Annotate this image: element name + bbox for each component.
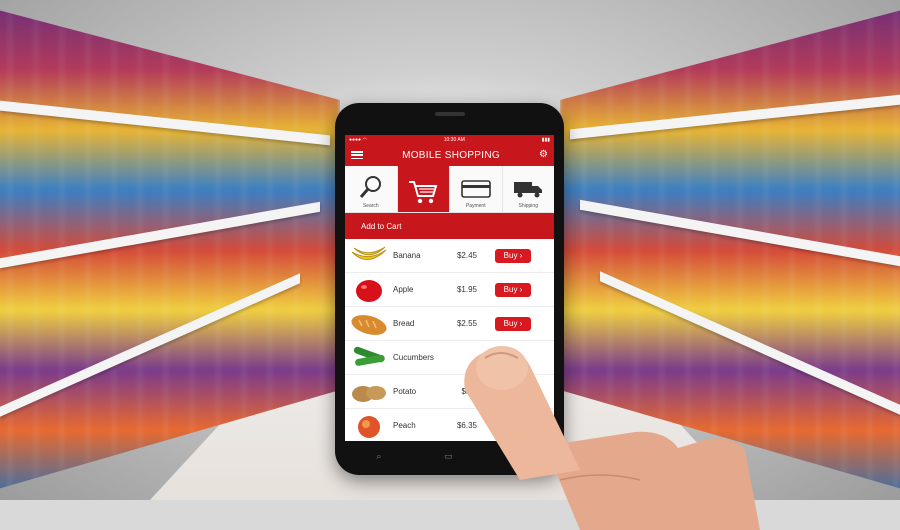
battery-indicator: ▮▮▮ [541, 136, 550, 143]
app-header: MOBILE SHOPPING ⚙ [345, 144, 554, 166]
product-name: Cucumbers [393, 353, 434, 362]
product-name: Peach [393, 421, 416, 430]
add-to-cart-header: Add to Cart [345, 213, 554, 239]
buy-button[interactable]: Buy › [495, 248, 531, 263]
status-time: 10:30 AM [443, 136, 465, 143]
product-price: $1.95 [456, 285, 478, 294]
cart-icon [409, 181, 438, 204]
product-name: Potato [393, 387, 417, 396]
status-bar: ●●●● ◠ 10:30 AM ▮▮▮ [345, 135, 554, 144]
peach-icon [345, 413, 393, 439]
gear-icon[interactable]: ⚙ [539, 150, 548, 160]
buy-button[interactable]: Buy › [495, 316, 531, 331]
buy-button[interactable]: Buy › [495, 282, 531, 297]
tab-search[interactable]: Search [345, 166, 398, 212]
potato-icon [345, 380, 393, 404]
list-item: Banana $2.45 Buy › [345, 239, 554, 273]
truck-icon [514, 182, 543, 198]
banana-icon [345, 244, 393, 268]
search-icon[interactable]: ⌕ [376, 451, 381, 462]
tab-shipping[interactable]: Shipping [503, 166, 555, 212]
tab-label: Payment [465, 203, 486, 209]
product-price: $2.45 [456, 251, 478, 260]
tab-cart[interactable] [397, 166, 450, 212]
hand [464, 346, 760, 530]
cucumbers-icon [345, 345, 393, 371]
home-icon[interactable]: ▭ [444, 451, 453, 462]
tab-label: Search [362, 203, 379, 209]
menu-icon[interactable] [351, 151, 363, 159]
credit-card-icon [460, 180, 491, 198]
product-name: Apple [393, 285, 414, 294]
bread-icon [345, 312, 393, 336]
tab-payment[interactable]: Payment [450, 166, 503, 212]
product-name: Bread [393, 319, 415, 328]
phone-speaker [435, 112, 465, 116]
list-item: Apple $1.95 Buy › [345, 273, 554, 307]
product-price: $2.55 [456, 319, 478, 328]
magnifier-icon [359, 176, 381, 198]
app-title: MOBILE SHOPPING [402, 149, 500, 161]
tab-bar: Search Payment Shipping [345, 166, 554, 213]
apple-icon [345, 277, 393, 303]
tab-label: Shipping [518, 203, 538, 209]
product-name: Banana [393, 251, 421, 260]
signal-indicator: ●●●● ◠ [349, 136, 367, 143]
